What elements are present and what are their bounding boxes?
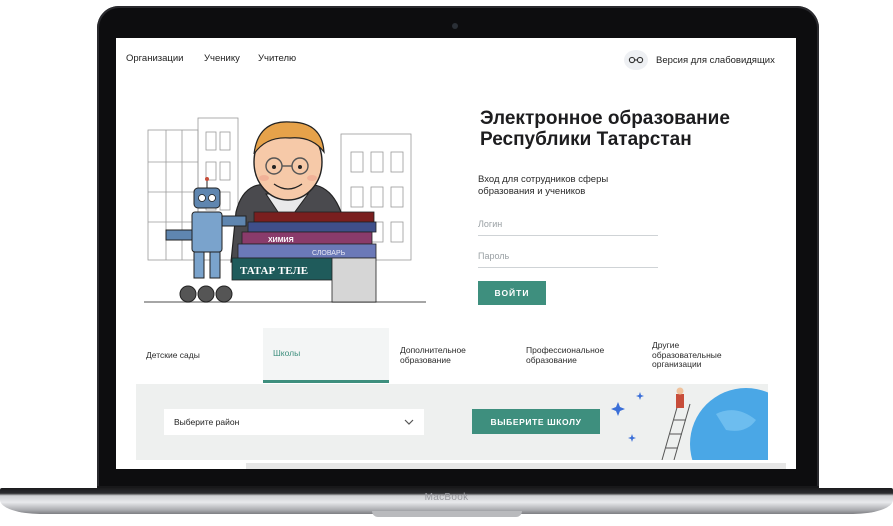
password-input[interactable]: [478, 246, 658, 266]
district-select[interactable]: Выберите район: [164, 409, 424, 435]
top-navigation: Организации Ученику Учителю Версия для с…: [116, 50, 796, 70]
tab-label: Школы: [273, 348, 301, 359]
tab-label-line-3: организации: [652, 359, 702, 370]
webcam-icon: [452, 23, 458, 29]
nav-link-teacher[interactable]: Учителю: [258, 53, 296, 64]
book-chemistry: ХИМИЯ: [268, 237, 294, 244]
nav-link-student[interactable]: Ученику: [204, 53, 240, 64]
login-field: [478, 214, 658, 236]
glasses-icon: [624, 50, 648, 70]
password-field: [478, 246, 658, 268]
globe-illustration: [611, 387, 768, 460]
tab-label-line-2: образование: [526, 354, 577, 365]
tab-additional-education[interactable]: Дополнительное образование: [390, 328, 516, 383]
subtitle-line-1: Вход для сотрудников сферы: [478, 174, 609, 185]
ladder-icon: [661, 403, 691, 460]
book-stack: [231, 211, 377, 303]
hero-illustration: ХИМИЯ СЛОВАРЬ ТАТАР ТЕЛЕ: [144, 117, 426, 303]
accessibility-label: Версия для слабовидящих: [656, 54, 775, 66]
chevron-down-icon: [404, 419, 414, 425]
login-input[interactable]: [478, 214, 658, 234]
book-dictionary: СЛОВАРЬ: [312, 250, 346, 257]
person-figure: [676, 394, 684, 408]
sparkle-icon: [611, 402, 625, 416]
sparkle-icon: [628, 434, 636, 442]
tab-schools[interactable]: Школы: [263, 328, 389, 383]
tab-label: Детские сады: [146, 349, 200, 360]
choose-school-button[interactable]: ВЫБЕРИТЕ ШКОЛУ: [472, 409, 600, 434]
title-line-2: Республики Татарстан: [480, 129, 692, 150]
subtitle-line-2: образования и учеников: [478, 186, 586, 197]
book-tatar: ТАТАР ТЕЛЕ: [240, 265, 308, 277]
tab-kindergartens[interactable]: Детские сады: [136, 328, 256, 383]
nav-link-organizations[interactable]: Организации: [126, 53, 183, 64]
page-footer-edge: [246, 463, 786, 469]
accessibility-toggle[interactable]: Версия для слабовидящих: [624, 50, 775, 70]
login-subtitle: Вход для сотрудников сферы образования и…: [478, 174, 698, 198]
screen: Организации Ученику Учителю Версия для с…: [116, 38, 796, 469]
tab-other-organizations[interactable]: Другие образовательные организации: [642, 328, 768, 383]
sparkle-icon: [636, 392, 644, 400]
page-title: Электронное образование Республики Татар…: [480, 108, 790, 150]
school-search-panel: Выберите район ВЫБЕРИТЕ ШКОЛУ: [136, 384, 768, 460]
laptop-notch: [372, 511, 522, 517]
tab-professional-education[interactable]: Профессиональное образование: [516, 328, 642, 383]
district-select-value: Выберите район: [174, 417, 240, 427]
tab-label-line-2: образование: [400, 354, 451, 365]
organization-tabs: Детские сады Школы Дополнительное образо…: [136, 328, 776, 384]
device-label: MacBook: [424, 492, 469, 503]
login-button[interactable]: ВОЙТИ: [478, 281, 546, 305]
title-line-1: Электронное образование: [480, 108, 730, 129]
